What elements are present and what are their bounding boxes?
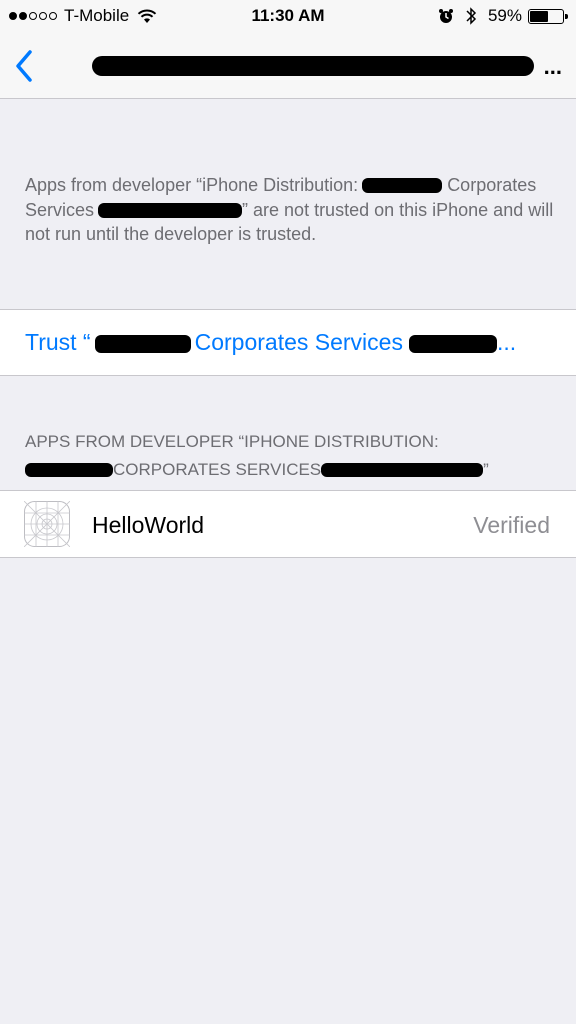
top-bar: T-Mobile 11:30 AM 59% ... [0, 0, 576, 99]
navigation-bar: ... [0, 34, 576, 98]
status-right: 59% [438, 6, 568, 26]
status-bar: T-Mobile 11:30 AM 59% [0, 0, 576, 34]
battery-percentage: 59% [487, 6, 522, 25]
apps-section-header: APPS FROM DEVELOPER “IPHONE DISTRIBUTION… [25, 428, 555, 484]
trust-developer-button[interactable]: Trust “ Corporates Services... [0, 309, 576, 376]
redaction-mark [408, 335, 497, 353]
app-verification-status: Verified [473, 512, 550, 538]
redaction-mark [92, 56, 534, 76]
app-name: HelloWorld [92, 512, 205, 538]
description-part1: Apps from developer “iPhone Distribution… [25, 175, 359, 195]
battery-icon [528, 8, 568, 24]
redaction-mark [362, 178, 443, 193]
app-placeholder-icon [24, 501, 70, 547]
title-ellipsis: ... [543, 54, 562, 79]
section-header-developer: CORPORATES SERVICES [113, 460, 322, 479]
battery-tip [565, 13, 568, 19]
trust-middle: Corporates Services [194, 329, 403, 355]
page-title: ... [92, 54, 562, 80]
chevron-left-icon[interactable] [10, 46, 40, 86]
app-list-item[interactable]: HelloWorld Verified [0, 490, 576, 558]
trust-prefix: Trust “ [25, 329, 91, 355]
bluetooth-icon [466, 7, 477, 25]
section-header-line2: CORPORATES SERVICES ” [25, 456, 555, 484]
redaction-mark [25, 463, 113, 477]
battery-fill [530, 10, 549, 22]
alarm-clock-icon [438, 9, 453, 23]
trust-description: Apps from developer “iPhone Distribution… [25, 173, 555, 247]
trust-ellipsis: ... [496, 329, 517, 355]
redaction-mark [98, 202, 243, 218]
section-header-close-quote: ” [483, 460, 489, 479]
redaction-mark [94, 335, 191, 353]
redaction-mark [321, 463, 484, 477]
trust-label: Trust “ Corporates Services... [25, 329, 555, 356]
section-header-line1: APPS FROM DEVELOPER “IPHONE DISTRIBUTION… [25, 432, 439, 451]
